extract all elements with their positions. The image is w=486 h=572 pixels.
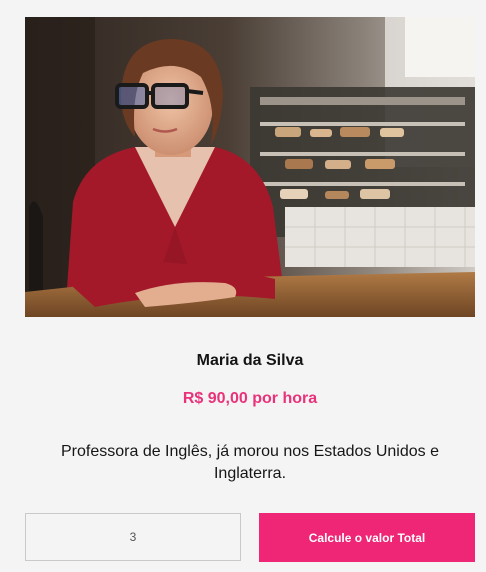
teacher-photo — [25, 17, 475, 317]
calculate-total-button[interactable]: Calcule o valor Total — [259, 513, 475, 562]
teacher-card: Maria da Silva R$ 90,00 por hora Profess… — [0, 0, 486, 572]
quantity-input[interactable] — [25, 513, 241, 561]
teacher-price: R$ 90,00 por hora — [182, 390, 318, 407]
teacher-name: Maria da Silva — [196, 352, 304, 369]
teacher-description: Professora de Inglês, já morou nos Estad… — [61, 443, 439, 482]
